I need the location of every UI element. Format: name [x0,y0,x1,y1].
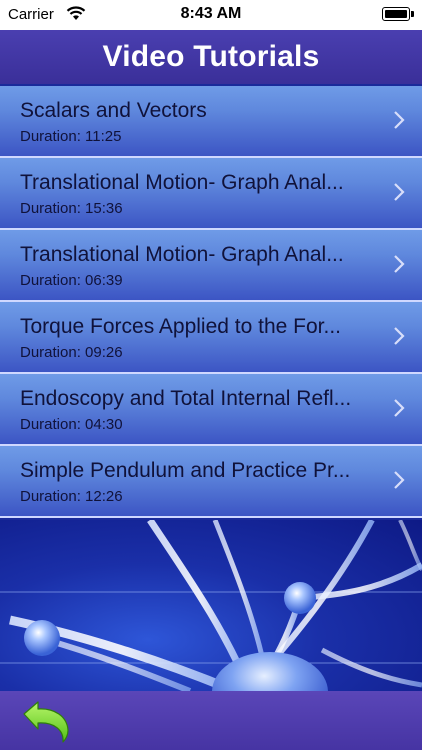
video-title: Torque Forces Applied to the For... [20,315,342,338]
video-list: Scalars and Vectors Duration: 11:25 Tran… [0,86,422,518]
video-row[interactable]: Scalars and Vectors Duration: 11:25 [0,86,422,158]
battery-icon [382,7,414,21]
video-row[interactable]: Translational Motion- Graph Anal... Dura… [0,158,422,230]
back-arrow-icon[interactable] [20,697,74,743]
chevron-right-icon [394,255,405,273]
clock: 8:43 AM [180,5,242,22]
nav-header: Video Tutorials [0,30,422,84]
video-duration: Duration: 04:30 [20,416,123,433]
background-artwork [0,520,422,691]
video-row[interactable]: Endoscopy and Total Internal Refl... Dur… [0,374,422,446]
video-title: Scalars and Vectors [20,99,207,122]
chevron-right-icon [394,327,405,345]
chevron-right-icon [394,183,405,201]
video-duration: Duration: 06:39 [20,272,123,289]
status-bar: Carrier 8:43 AM [0,0,422,30]
video-row[interactable]: Torque Forces Applied to the For... Dura… [0,302,422,374]
video-title: Simple Pendulum and Practice Pr... [20,459,351,482]
video-row[interactable]: Simple Pendulum and Practice Pr... Durat… [0,446,422,518]
molecule-illustration [0,520,422,691]
video-title: Translational Motion- Graph Anal... [20,171,344,194]
video-duration: Duration: 11:25 [20,128,122,145]
chevron-right-icon [394,399,405,417]
video-duration: Duration: 09:26 [20,344,123,361]
chevron-right-icon [394,471,405,489]
page-title: Video Tutorials [102,40,320,73]
video-title: Translational Motion- Graph Anal... [20,243,344,266]
video-row[interactable]: Translational Motion- Graph Anal... Dura… [0,230,422,302]
video-duration: Duration: 15:36 [20,200,123,217]
video-duration: Duration: 12:26 [20,488,123,505]
chevron-right-icon [394,111,405,129]
bottom-toolbar [0,691,422,750]
video-title: Endoscopy and Total Internal Refl... [20,387,352,410]
